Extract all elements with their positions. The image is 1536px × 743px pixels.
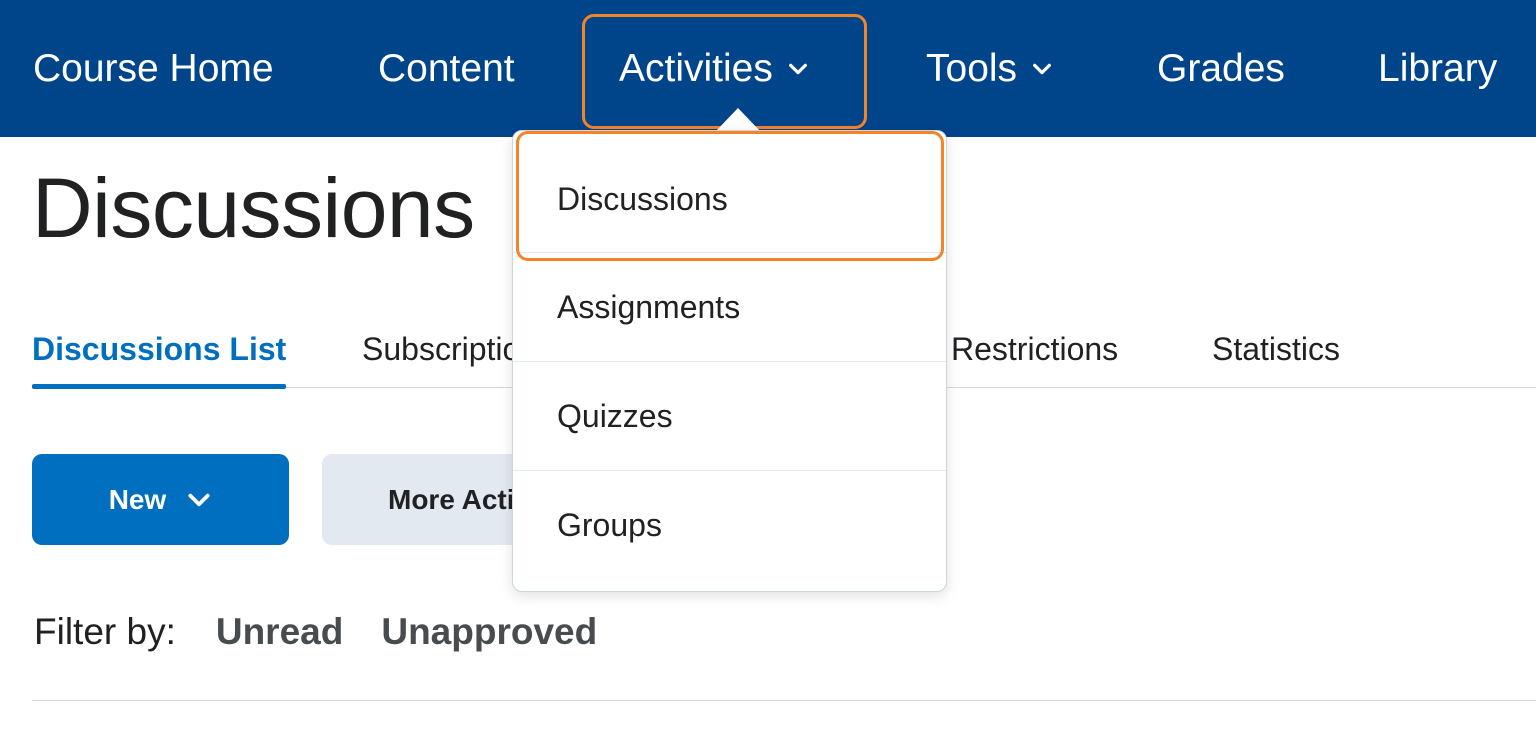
page: Course Home Content Activities Tools Gra… [0,0,1536,743]
filter-unapproved[interactable]: Unapproved [381,611,597,653]
filter-unread[interactable]: Unread [216,611,343,653]
dropdown-caret [716,108,760,131]
nav-item-course-home[interactable]: Course Home [33,0,274,137]
page-title: Discussions [32,161,475,255]
menu-item-discussions[interactable]: Discussions [513,145,946,253]
filter-bar: Filter by: Unread Unapproved [34,606,597,658]
tab-statistics[interactable]: Statistics [1212,310,1340,388]
tab-restrictions[interactable]: Restrictions [951,310,1118,388]
tab-label: Restrictions [951,330,1119,367]
nav-item-activities[interactable]: Activities [619,0,809,137]
nav-item-tools[interactable]: Tools [926,0,1053,137]
menu-item-label: Discussions [557,180,728,217]
new-button-label: New [108,483,167,515]
menu-item-quizzes[interactable]: Quizzes [513,362,946,470]
nav-item-content[interactable]: Content [378,0,515,137]
nav-item-label: Library [1378,46,1498,90]
course-navbar: Course Home Content Activities Tools Gra… [0,0,1536,137]
menu-item-label: Quizzes [557,397,673,434]
activities-dropdown-menu: Discussions Assignments Quizzes Groups [512,130,947,592]
nav-item-label: Content [378,46,515,90]
menu-item-label: Groups [557,506,662,543]
tab-label: Statistics [1212,330,1341,367]
nav-item-label: Tools [926,46,1018,90]
divider [32,700,1536,701]
nav-item-label: Activities [619,46,773,90]
chevron-down-icon [186,487,212,513]
chevron-down-icon [787,58,809,80]
menu-item-assignments[interactable]: Assignments [513,253,946,361]
menu-item-label: Assignments [557,288,741,325]
new-button[interactable]: New [32,454,289,545]
menu-item-groups[interactable]: Groups [513,471,946,579]
tab-label: Discussions List [32,330,287,367]
nav-item-grades[interactable]: Grades [1157,0,1285,137]
chevron-down-icon [1031,58,1053,80]
nav-item-label: Course Home [33,46,274,90]
nav-item-label: Grades [1157,46,1285,90]
tab-discussions-list[interactable]: Discussions List [32,310,287,389]
nav-item-library[interactable]: Library [1378,0,1497,137]
filter-label: Filter by: [34,611,176,652]
